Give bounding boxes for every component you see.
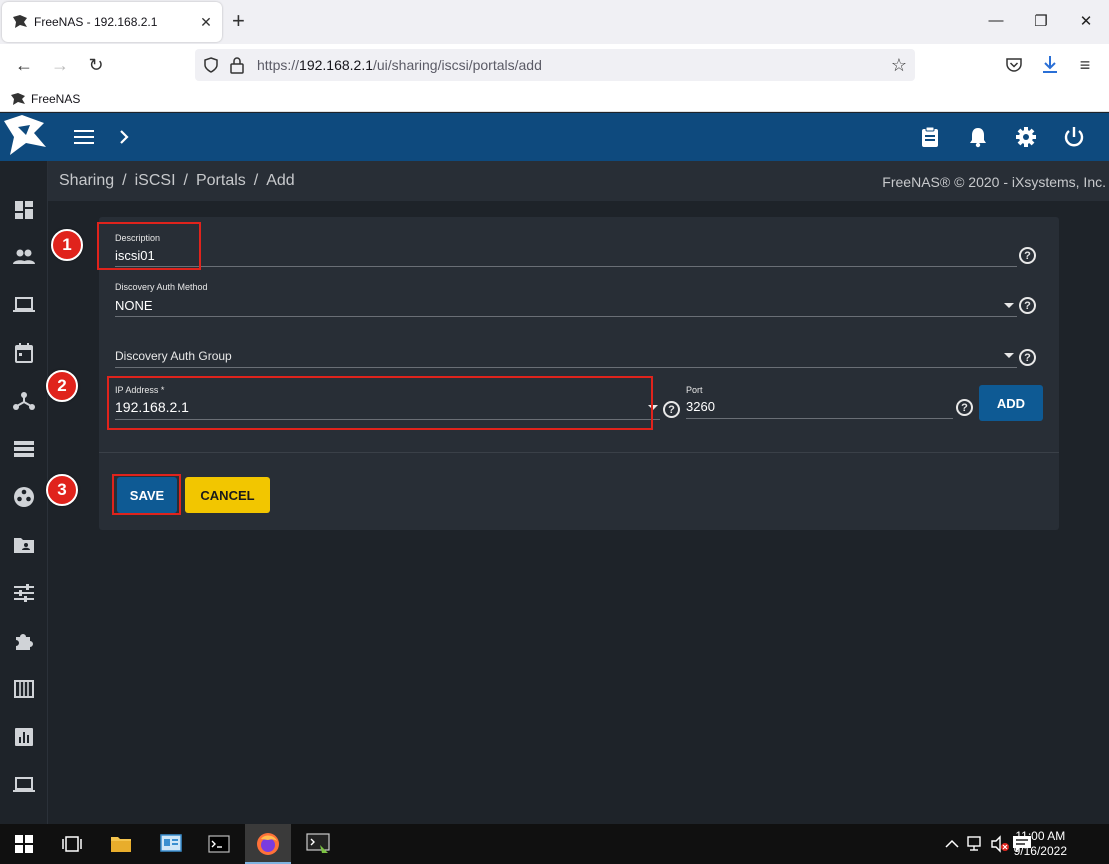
server-manager-icon[interactable] <box>159 832 183 856</box>
windows-taskbar: 11:00 AM 9/16/2022 <box>0 824 1109 864</box>
dashboard-icon[interactable] <box>12 198 36 222</box>
restore-icon[interactable]: ❐ <box>1031 12 1051 30</box>
directory-services-icon[interactable] <box>12 485 36 509</box>
breadcrumb-iscsi[interactable]: iSCSI <box>135 172 176 189</box>
storage-icon[interactable] <box>12 437 36 461</box>
breadcrumb-separator: / <box>122 172 127 189</box>
discovery-auth-method-help-icon[interactable]: ? <box>1019 297 1036 314</box>
pocket-icon[interactable] <box>1005 57 1023 73</box>
clipboard-icon[interactable] <box>918 125 942 149</box>
notifications-icon[interactable] <box>1010 832 1034 856</box>
system-icon[interactable] <box>12 293 36 317</box>
discovery-auth-method-label: Discovery Auth Method <box>115 282 208 292</box>
browser-tab-bar: FreeNAS - 192.168.2.1 ✕ + — ❐ ✕ <box>0 0 1109 44</box>
back-icon[interactable]: ← <box>12 53 36 77</box>
tab-close-icon[interactable]: ✕ <box>194 14 218 31</box>
tasks-icon[interactable] <box>12 341 36 365</box>
network-status-icon[interactable] <box>964 832 988 856</box>
freenas-bookmark-icon <box>11 92 25 105</box>
menu-icon[interactable] <box>72 125 96 149</box>
discovery-auth-group-dropdown-icon[interactable] <box>1004 353 1014 358</box>
breadcrumb-separator: / <box>253 172 259 189</box>
port-input[interactable]: 3260 <box>686 399 715 414</box>
url-path: /ui/sharing/iscsi/portals/add <box>373 57 542 73</box>
sidebar <box>0 161 48 824</box>
discovery-auth-method-dropdown-icon[interactable] <box>1004 303 1014 308</box>
breadcrumb: Sharing / iSCSI / Portals / Add <box>59 172 295 190</box>
lock-icon[interactable] <box>229 56 245 74</box>
description-underline <box>115 266 1017 267</box>
volume-muted-icon[interactable] <box>988 832 1012 856</box>
highlight-box-ip-address <box>107 376 653 430</box>
url-host: 192.168.2.1 <box>299 57 373 73</box>
highlight-box-save <box>112 474 181 515</box>
discovery-auth-group-help-icon[interactable]: ? <box>1019 349 1036 366</box>
step-marker-1: 1 <box>51 229 83 261</box>
plugins-icon[interactable] <box>12 629 36 653</box>
address-bar[interactable]: https://192.168.2.1/ui/sharing/iscsi/por… <box>195 49 915 81</box>
remote-app-icon[interactable] <box>306 832 330 856</box>
tab-title: FreeNAS - 192.168.2.1 <box>34 15 158 29</box>
discovery-auth-group-select[interactable]: Discovery Auth Group <box>115 349 232 363</box>
accounts-icon[interactable] <box>12 245 36 269</box>
ip-address-help-icon[interactable]: ? <box>663 401 680 418</box>
app-header <box>0 113 1109 161</box>
power-icon[interactable] <box>1062 125 1086 149</box>
browser-tab[interactable]: FreeNAS - 192.168.2.1 ✕ <box>2 2 222 42</box>
show-hidden-icons-icon[interactable] <box>940 832 964 856</box>
window-close-icon[interactable]: ✕ <box>1076 12 1096 30</box>
form-divider <box>99 452 1059 453</box>
reporting-icon[interactable] <box>12 725 36 749</box>
url-scheme: https:// <box>257 57 300 73</box>
chevron-right-icon[interactable] <box>112 125 136 149</box>
bookmark-freenas[interactable]: FreeNAS <box>31 92 80 106</box>
copyright-text: FreeNAS® © 2020 - iXsystems, Inc. <box>882 174 1106 190</box>
cancel-button[interactable]: CANCEL <box>185 477 270 513</box>
windows-start-icon[interactable] <box>12 832 36 856</box>
download-icon[interactable] <box>1041 55 1059 75</box>
forward-icon[interactable]: → <box>48 53 72 77</box>
sharing-icon[interactable] <box>12 533 36 557</box>
add-button[interactable]: ADD <box>979 385 1043 421</box>
breadcrumb-add: Add <box>266 172 295 189</box>
step-marker-2: 2 <box>46 370 78 402</box>
shield-icon[interactable] <box>203 57 219 73</box>
network-icon[interactable] <box>12 389 36 413</box>
port-help-icon[interactable]: ? <box>956 399 973 416</box>
discovery-auth-method-select[interactable]: NONE <box>115 298 153 313</box>
jails-icon[interactable] <box>12 677 36 701</box>
description-help-icon[interactable]: ? <box>1019 247 1036 264</box>
app-menu-icon[interactable]: ≡ <box>1073 53 1097 77</box>
breadcrumb-sharing[interactable]: Sharing <box>59 172 114 189</box>
step-marker-3: 3 <box>46 474 78 506</box>
highlight-box-description <box>97 222 201 270</box>
reload-icon[interactable]: ↻ <box>84 53 108 77</box>
services-icon[interactable] <box>12 581 36 605</box>
breadcrumb-portals[interactable]: Portals <box>196 172 246 189</box>
new-tab-icon[interactable]: + <box>232 10 245 32</box>
bookmarks-bar: FreeNAS <box>0 86 1109 112</box>
command-prompt-icon[interactable] <box>207 832 231 856</box>
virtual-machines-icon[interactable] <box>12 773 36 797</box>
file-explorer-icon[interactable] <box>109 832 133 856</box>
discovery-auth-method-underline <box>115 316 1017 317</box>
gear-icon[interactable] <box>1014 125 1038 149</box>
discovery-auth-group-underline <box>115 367 1017 368</box>
browser-navigation-bar: ← → ↻ https://192.168.2.1/ui/sharing/isc… <box>0 44 1109 86</box>
freenas-logo-icon[interactable] <box>0 113 50 161</box>
firefox-icon[interactable] <box>256 832 280 856</box>
bookmark-star-icon[interactable]: ☆ <box>887 53 911 77</box>
url-text: https://192.168.2.1/ui/sharing/iscsi/por… <box>257 57 542 73</box>
bell-icon[interactable] <box>966 125 990 149</box>
breadcrumb-separator: / <box>183 172 188 189</box>
port-underline <box>686 418 953 419</box>
task-view-icon[interactable] <box>60 832 84 856</box>
portal-form-card: Description iscsi01 ? Discovery Auth Met… <box>99 217 1059 530</box>
breadcrumb-bar: Sharing / iSCSI / Portals / Add FreeNAS® © 202… <box>48 161 1109 201</box>
minimize-icon[interactable]: — <box>986 12 1006 29</box>
freenas-favicon-icon <box>13 15 27 28</box>
port-label: Port <box>686 385 703 395</box>
